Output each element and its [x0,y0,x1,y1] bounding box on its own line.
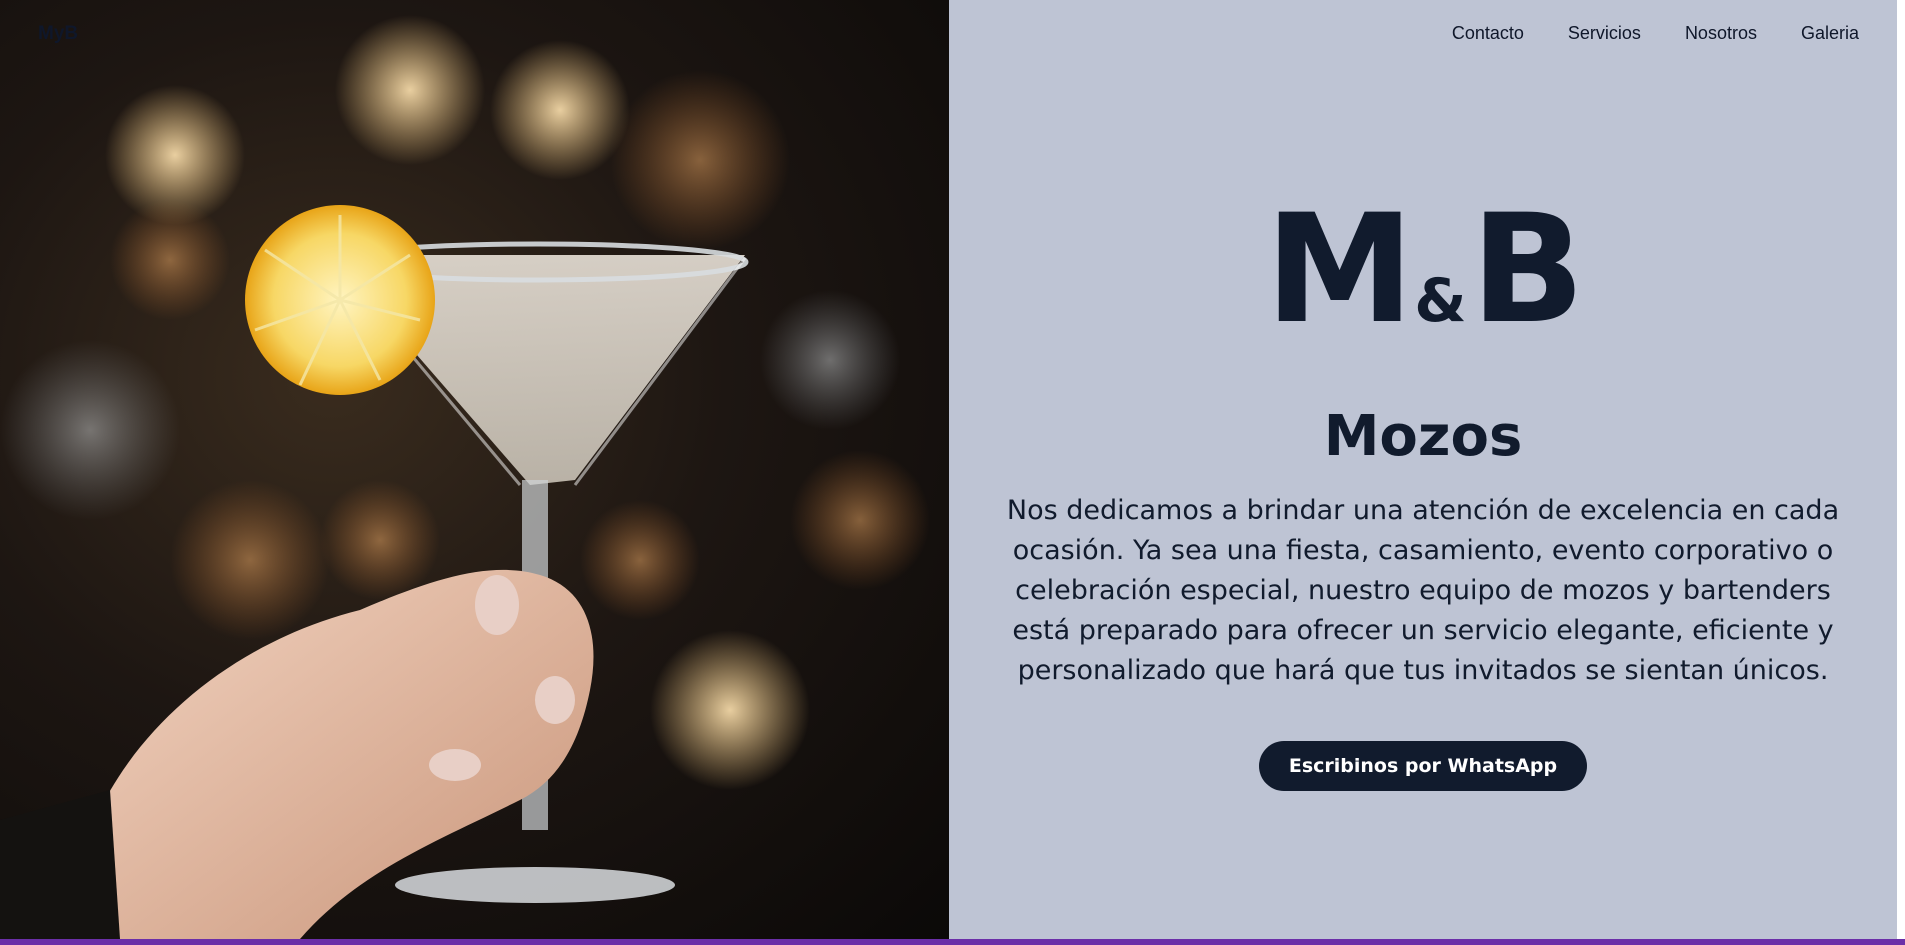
nav-item-nosotros[interactable]: Nosotros [1685,23,1757,44]
logo-letter-b: B [1470,183,1585,357]
nav-item-galeria[interactable]: Galeria [1801,23,1859,44]
logo-ampersand: & [1414,266,1467,336]
hero-content: M&B Mozos Nos dedicamos a brindar una at… [949,195,1897,791]
hero-logo: M&B [1265,195,1585,376]
brand-logo[interactable]: MyB [38,23,78,45]
whatsapp-button[interactable]: Escribinos por WhatsApp [1258,741,1588,791]
hero-description: Nos dedicamos a brindar una atención de … [1006,495,1840,686]
page: MyB Contacto Servicios Nosotros Galeria … [0,0,1905,945]
scrollbar-track[interactable] [1897,0,1905,939]
hero-panel: Contacto Servicios Nosotros Galeria M&B … [949,0,1897,939]
nav-item-contacto[interactable]: Contacto [1452,23,1524,44]
main-nav: Contacto Servicios Nosotros Galeria [1452,23,1859,44]
logo-letter-m: M [1265,183,1414,357]
hero-photo: MyB [0,0,949,939]
bottom-accent-bar [0,939,1905,945]
cocktail-image [0,15,930,939]
nav-item-servicios[interactable]: Servicios [1568,23,1641,44]
hero-subtitle: Mozos [1323,404,1523,469]
